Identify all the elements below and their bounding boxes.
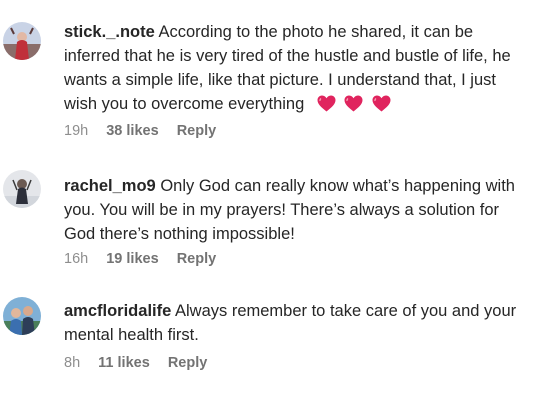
comment-text: God there’s nothing impossible! — [64, 225, 295, 243]
avatar-image — [3, 22, 41, 60]
comment-text: Always remember to take care of you and … — [174, 302, 517, 320]
comment-text: mental health first. — [64, 326, 199, 344]
avatar[interactable] — [3, 22, 41, 60]
comment-timestamp[interactable]: 8h — [64, 355, 80, 371]
avatar-image — [3, 297, 41, 335]
comment-text: Only God can really know what’s happenin… — [160, 177, 515, 195]
red-heart-emoji — [317, 95, 336, 112]
comment-username[interactable]: amcfloridalife — [64, 302, 171, 320]
avatar[interactable] — [3, 170, 41, 208]
reply-button[interactable]: Reply — [177, 123, 217, 139]
reply-button[interactable]: Reply — [168, 355, 208, 371]
comment-username[interactable]: rachel_mo9 — [64, 177, 156, 195]
red-heart-emoji — [372, 95, 391, 112]
reply-button[interactable]: Reply — [177, 251, 217, 267]
comment-item: rachel_mo9 Only God can really know what… — [0, 150, 557, 275]
avatar-image — [3, 170, 41, 208]
avatar[interactable] — [3, 297, 41, 335]
comment-timestamp[interactable]: 19h — [64, 123, 88, 139]
comment-item: amcfloridalife Always remember to take c… — [0, 275, 557, 400]
comment-item: stick._.note According to the photo he s… — [0, 0, 557, 150]
red-heart-emoji — [344, 95, 363, 112]
comment-text: inferred that he is very tired of the hu… — [64, 47, 511, 65]
comment-likes[interactable]: 11 likes — [98, 355, 150, 371]
comment-likes[interactable]: 38 likes — [106, 123, 158, 139]
comment-likes[interactable]: 19 likes — [106, 251, 158, 267]
comment-text: you. You will be in my prayers! There’s … — [64, 201, 500, 219]
comment-text: wants a simple life, like that picture. … — [64, 71, 496, 89]
comment-text: wish you to overcome everything — [64, 95, 305, 113]
comment-username[interactable]: stick._.note — [64, 23, 155, 41]
comment-timestamp[interactable]: 16h — [64, 251, 88, 267]
comment-text: According to the photo he shared, it can… — [158, 23, 474, 41]
